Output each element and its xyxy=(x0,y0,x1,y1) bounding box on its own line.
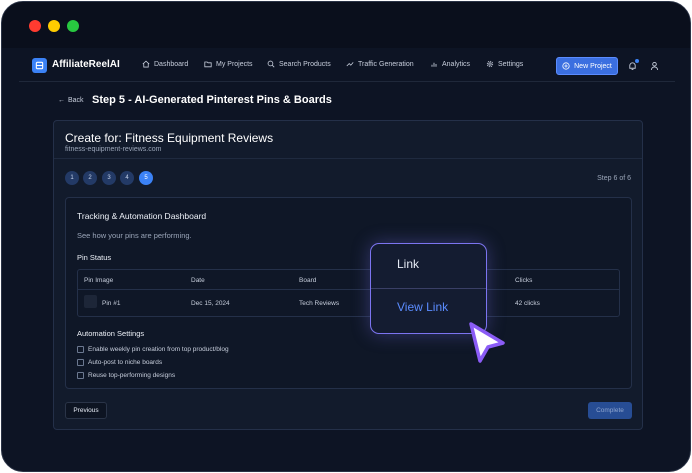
step-2[interactable]: 2 xyxy=(83,171,97,185)
back-link[interactable]: ← Back xyxy=(58,97,84,104)
nav-my-projects-label: My Projects xyxy=(216,60,253,68)
nav-search-products-label: Search Products xyxy=(279,60,331,68)
project-card: Create for: Fitness Equipment Reviews fi… xyxy=(53,120,643,430)
plus-circle-icon xyxy=(562,62,570,70)
view-link-option[interactable]: View Link xyxy=(397,300,448,314)
step-3[interactable]: 3 xyxy=(102,171,116,185)
nav-search-products[interactable]: Search Products xyxy=(267,60,331,68)
maximize-window-button[interactable] xyxy=(67,20,79,32)
nav-analytics[interactable]: Analytics xyxy=(430,60,470,68)
folder-icon xyxy=(204,61,212,68)
trend-icon xyxy=(346,62,354,67)
checkbox[interactable] xyxy=(77,372,84,379)
dashboard-subtitle: See how your pins are performing. xyxy=(77,231,192,240)
back-label: Back xyxy=(68,97,84,104)
automation-settings-title: Automation Settings xyxy=(77,329,145,338)
nav-analytics-label: Analytics xyxy=(442,60,471,68)
step-5[interactable]: 5 xyxy=(139,171,153,185)
table-cell-clicks: 42 clicks xyxy=(515,300,540,307)
table-divider xyxy=(78,289,619,290)
nav-settings[interactable]: Settings xyxy=(486,60,523,68)
new-project-label: New Project xyxy=(574,62,612,70)
complete-button[interactable]: Complete xyxy=(588,402,632,419)
column-header-pin-image: Pin Image xyxy=(84,277,114,284)
column-header-clicks: Clicks xyxy=(515,277,533,284)
checkbox[interactable] xyxy=(77,346,84,353)
home-icon xyxy=(142,60,150,68)
bar-chart-icon xyxy=(431,62,437,67)
nav-dashboard[interactable]: Dashboard xyxy=(142,60,188,68)
option-label: Auto-post to niche boards xyxy=(88,359,163,366)
new-project-button[interactable]: New Project xyxy=(556,57,618,75)
popup-link-label[interactable]: Link xyxy=(397,257,419,271)
table-cell-board: Tech Reviews xyxy=(299,300,340,307)
option-weekly-pin-creation[interactable]: Enable weekly pin creation from top prod… xyxy=(77,346,229,353)
top-navbar: AffiliateReelAI Dashboard My Projects Se… xyxy=(19,50,675,82)
nav-traffic-generation[interactable]: Traffic Generation xyxy=(346,60,414,68)
option-reuse-designs[interactable]: Reuse top-performing designs xyxy=(77,372,175,379)
app-name[interactable]: AffiliateReelAI xyxy=(52,59,120,70)
column-header-date: Date xyxy=(191,277,205,284)
window-titlebar xyxy=(2,2,690,48)
table-cell-pin: Pin #1 xyxy=(102,300,121,307)
logo-icon xyxy=(32,58,47,73)
nav-dashboard-label: Dashboard xyxy=(154,60,189,68)
project-domain: fitness-equipment-reviews.com xyxy=(65,146,162,153)
cursor-pointer-icon xyxy=(469,322,505,363)
step-counter: Step 6 of 6 xyxy=(597,175,631,182)
card-header: Create for: Fitness Equipment Reviews fi… xyxy=(54,121,642,159)
step-1[interactable]: 1 xyxy=(65,171,79,185)
pin-thumbnail[interactable] xyxy=(84,295,97,308)
minimize-window-button[interactable] xyxy=(48,20,60,32)
nav-settings-label: Settings xyxy=(498,60,524,68)
arrow-left-icon: ← xyxy=(58,97,65,104)
column-header-board: Board xyxy=(299,277,317,284)
nav-traffic-generation-label: Traffic Generation xyxy=(358,60,414,68)
dashboard-title: Tracking & Automation Dashboard xyxy=(77,211,207,221)
gear-icon xyxy=(486,60,494,68)
project-title: Create for: Fitness Equipment Reviews xyxy=(65,131,274,145)
app-window: AffiliateReelAI Dashboard My Projects Se… xyxy=(1,1,691,472)
search-icon xyxy=(267,60,275,68)
option-label: Enable weekly pin creation from top prod… xyxy=(88,346,229,353)
option-auto-post[interactable]: Auto-post to niche boards xyxy=(77,359,162,366)
previous-button[interactable]: Previous xyxy=(65,402,107,419)
table-cell-date: Dec 15, 2024 xyxy=(191,300,230,307)
option-label: Reuse top-performing designs xyxy=(88,372,176,379)
pin-status-table: Pin Image Date Board Clicks Pin #1 Dec 1… xyxy=(77,269,620,317)
tracking-dashboard-panel: Tracking & Automation Dashboard See how … xyxy=(65,197,632,389)
popup-divider xyxy=(371,288,486,289)
nav-my-projects[interactable]: My Projects xyxy=(204,60,253,68)
close-window-button[interactable] xyxy=(29,20,41,32)
checkbox[interactable] xyxy=(77,359,84,366)
notification-dot xyxy=(635,59,639,63)
page-title: Step 5 - AI-Generated Pinterest Pins & B… xyxy=(92,94,332,106)
user-icon[interactable] xyxy=(650,61,659,71)
pin-status-title: Pin Status xyxy=(77,253,112,262)
step-4[interactable]: 4 xyxy=(120,171,134,185)
